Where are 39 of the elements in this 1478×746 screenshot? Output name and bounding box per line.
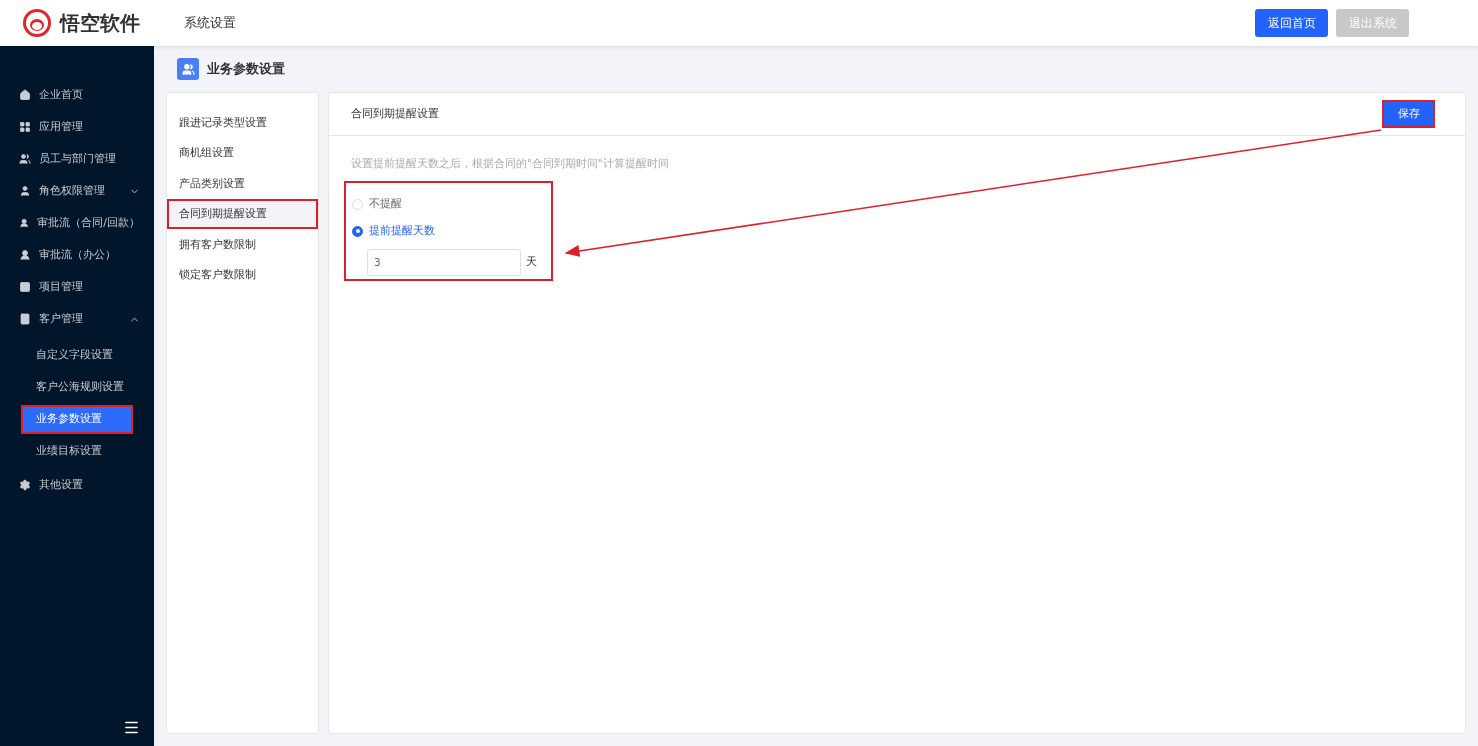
submenu-item[interactable]: 拥有客户数限制 <box>167 229 318 260</box>
sidebar-item[interactable]: 审批流（办公） <box>0 239 154 271</box>
submenu-item[interactable]: 产品类别设置 <box>167 168 318 199</box>
sidebar-item[interactable]: 角色权限管理 <box>0 175 154 207</box>
sidebar-item[interactable]: 企业首页 <box>0 79 154 111</box>
sidebar-item[interactable]: 应用管理 <box>0 111 154 143</box>
sidebar-item[interactable]: 客户管理 <box>0 303 154 335</box>
user-icon <box>19 249 31 261</box>
sidebar-item[interactable]: 其他设置 <box>0 469 154 501</box>
unit-label: 天 <box>526 254 537 270</box>
user-icon <box>19 217 30 229</box>
sidebar-item[interactable]: 员工与部门管理 <box>0 143 154 175</box>
users-icon <box>19 153 31 165</box>
section-title: 系统设置 <box>184 14 236 33</box>
submenu-item[interactable]: 商机组设置 <box>167 138 318 168</box>
sidebar-item[interactable]: 项目管理 <box>0 271 154 303</box>
collapse-menu-icon[interactable] <box>123 719 140 736</box>
hint-text: 设置提前提醒天数之后，根据合同的"合同到期时间"计算提醒时间 <box>350 156 670 171</box>
sidebar-subitem[interactable]: 自定义字段设置 <box>21 340 133 370</box>
sidebar-item[interactable]: 审批流（合同/回款） <box>0 207 154 239</box>
page-title: 业务参数设置 <box>207 60 285 79</box>
settings-icon <box>19 479 31 491</box>
home-icon <box>19 89 31 101</box>
submenu-item[interactable]: 跟进记录类型设置 <box>167 107 318 138</box>
submenu-item[interactable]: 合同到期提醒设置 <box>167 199 318 229</box>
grid-icon <box>19 121 31 133</box>
home-button[interactable]: 返回首页 <box>1255 9 1328 37</box>
user-icon <box>19 185 31 197</box>
users-icon <box>177 58 199 80</box>
radio-option[interactable]: 提前提醒天数 <box>352 217 551 245</box>
panel-title: 合同到期提醒设置 <box>351 105 439 122</box>
submenu-item[interactable]: 锁定客户数限制 <box>167 260 318 290</box>
sidebar-subitem[interactable]: 客户公海规则设置 <box>21 372 133 402</box>
logo-text: 悟空软件 <box>60 10 140 37</box>
save-button[interactable]: 保存 <box>1382 100 1435 128</box>
sidebar-subitem[interactable]: 业绩目标设置 <box>21 436 133 466</box>
sidebar-subitem[interactable]: 业务参数设置 <box>21 404 133 434</box>
radio-option[interactable]: 不提醒 <box>352 190 551 218</box>
days-input[interactable]: 3 <box>367 248 521 276</box>
